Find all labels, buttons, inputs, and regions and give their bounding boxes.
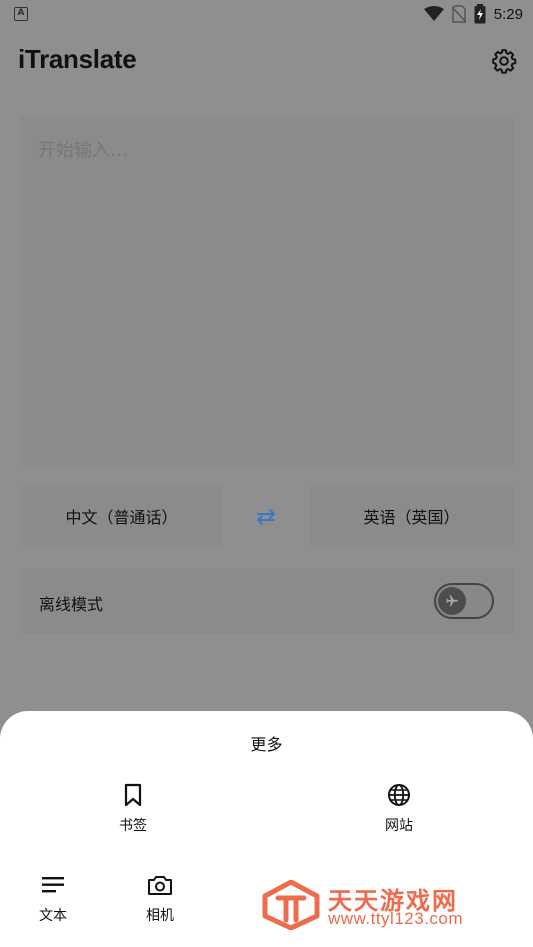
- no-sim-icon: [451, 5, 466, 23]
- target-language-button[interactable]: 英语（英国）: [309, 485, 514, 547]
- wifi-icon: [423, 6, 444, 21]
- gear-icon: [492, 49, 517, 74]
- more-bottom-sheet: 更多 书签 网站 文本 相机 天天游戏网 www.ttyl123.com: [0, 711, 533, 947]
- watermark-url: www.ttyl123.com: [328, 909, 464, 928]
- bookmarks-button[interactable]: 书签: [88, 781, 178, 835]
- camera-label: 相机: [146, 908, 174, 924]
- text-button[interactable]: 文本: [8, 871, 98, 925]
- website-button[interactable]: 网站: [354, 781, 444, 835]
- app-title: iTranslate: [18, 44, 137, 74]
- status-bar: A 5:29: [0, 0, 533, 30]
- globe-icon: [385, 781, 413, 809]
- swap-languages-button[interactable]: [250, 502, 282, 532]
- offline-mode-toggle[interactable]: [434, 583, 494, 619]
- offline-mode-row: 离线模式: [20, 568, 514, 634]
- notification-a-icon: A: [14, 7, 28, 21]
- app-bar: iTranslate: [0, 38, 533, 86]
- camera-button[interactable]: 相机: [115, 871, 205, 925]
- sheet-title: 更多: [250, 735, 283, 754]
- settings-button[interactable]: [489, 46, 519, 76]
- source-language-label: 中文（普通话）: [65, 508, 178, 527]
- text-lines-icon: [39, 871, 67, 899]
- camera-icon: [146, 871, 174, 899]
- site-watermark: 天天游戏网 www.ttyl123.com: [262, 878, 487, 933]
- translate-input[interactable]: [20, 116, 514, 467]
- battery-charging-icon: [474, 4, 486, 24]
- source-language-button[interactable]: 中文（普通话）: [20, 485, 223, 547]
- text-label: 文本: [39, 908, 67, 924]
- website-label: 网站: [385, 818, 413, 834]
- bookmarks-label: 书签: [119, 818, 147, 834]
- offline-mode-label: 离线模式: [39, 595, 104, 614]
- swap-arrows-icon: [257, 509, 275, 525]
- clock-time: 5:29: [493, 5, 523, 23]
- toggle-knob: [438, 587, 466, 615]
- bookmark-icon: [119, 781, 147, 809]
- status-icons: 5:29: [423, 4, 523, 24]
- screen: A 5:29 iTranslate 中文（普通话） 英语（英国）: [0, 0, 533, 947]
- watermark-logo-icon: [262, 880, 320, 930]
- airplane-icon: [446, 595, 458, 607]
- target-language-label: 英语（英国）: [363, 508, 460, 527]
- input-card: [20, 116, 514, 467]
